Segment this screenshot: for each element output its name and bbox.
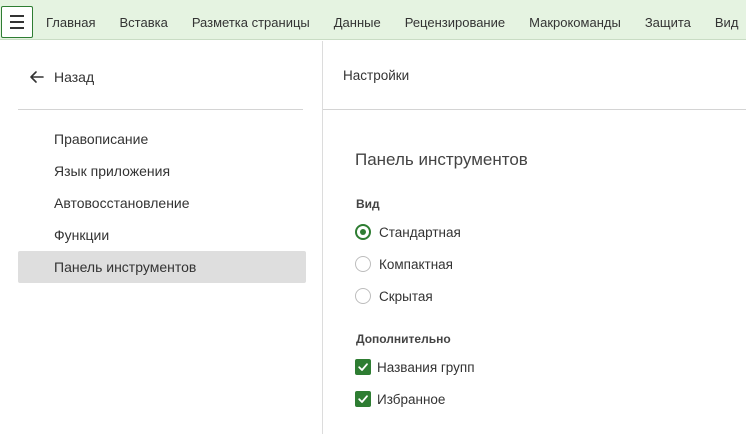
tab-data[interactable]: Данные <box>322 0 393 40</box>
hamburger-line <box>10 21 24 23</box>
tab-review[interactable]: Рецензирование <box>393 0 517 40</box>
ribbon-tabs: Главная Вставка Разметка страницы Данные… <box>34 0 746 40</box>
tab-insert[interactable]: Вставка <box>107 0 179 40</box>
arrow-left-icon <box>30 71 44 83</box>
radio-unchecked-icon[interactable] <box>355 288 371 304</box>
radio-unchecked-icon[interactable] <box>355 256 371 272</box>
back-label: Назад <box>54 69 95 85</box>
page-title: Настройки <box>343 68 410 83</box>
checkbox-checked-icon[interactable] <box>355 391 371 407</box>
content-divider <box>323 109 746 110</box>
radio-compact[interactable]: Компактная <box>355 254 453 274</box>
sidebar-item-toolbar[interactable]: Панель инструментов <box>18 251 306 283</box>
view-group-label: Вид <box>356 197 380 211</box>
sidebar-item-spelling[interactable]: Правописание <box>18 123 306 155</box>
tab-view[interactable]: Вид <box>703 0 746 40</box>
sidebar-item-functions[interactable]: Функции <box>18 219 306 251</box>
hamburger-line <box>10 15 24 17</box>
tab-protection[interactable]: Защита <box>633 0 703 40</box>
radio-standard[interactable]: Стандартная <box>355 222 461 242</box>
checkbox-label: Названия групп <box>377 359 475 375</box>
tab-macros[interactable]: Макрокоманды <box>517 0 633 40</box>
checkbox-label: Избранное <box>377 391 446 407</box>
hamburger-line <box>10 27 24 29</box>
settings-sidebar: Назад Правописание Язык приложения Автов… <box>0 41 322 434</box>
check-icon <box>358 395 368 403</box>
back-button[interactable]: Назад <box>28 66 94 88</box>
ribbon-bar: Главная Вставка Разметка страницы Данные… <box>0 0 746 40</box>
section-title: Панель инструментов <box>355 150 528 169</box>
sidebar-item-app-language[interactable]: Язык приложения <box>18 155 306 187</box>
checkbox-favorites[interactable]: Избранное <box>355 389 445 409</box>
checkbox-group-names[interactable]: Названия групп <box>355 357 475 377</box>
radio-checked-icon[interactable] <box>355 224 371 240</box>
sidebar-item-autorecover[interactable]: Автовосстановление <box>18 187 306 219</box>
sidebar-divider <box>18 109 303 110</box>
tab-page-layout[interactable]: Разметка страницы <box>180 0 322 40</box>
settings-content: Настройки Панель инструментов Вид Станда… <box>322 41 746 434</box>
extra-group-label: Дополнительно <box>356 332 451 346</box>
radio-hidden[interactable]: Скрытая <box>355 286 433 306</box>
checkbox-checked-icon[interactable] <box>355 359 371 375</box>
radio-label: Компактная <box>379 256 453 272</box>
check-icon <box>358 363 368 371</box>
settings-nav-list: Правописание Язык приложения Автовосстан… <box>18 123 306 283</box>
radio-label: Стандартная <box>379 224 461 240</box>
hamburger-icon[interactable] <box>1 6 33 38</box>
tab-home[interactable]: Главная <box>34 0 107 40</box>
radio-label: Скрытая <box>379 288 433 304</box>
